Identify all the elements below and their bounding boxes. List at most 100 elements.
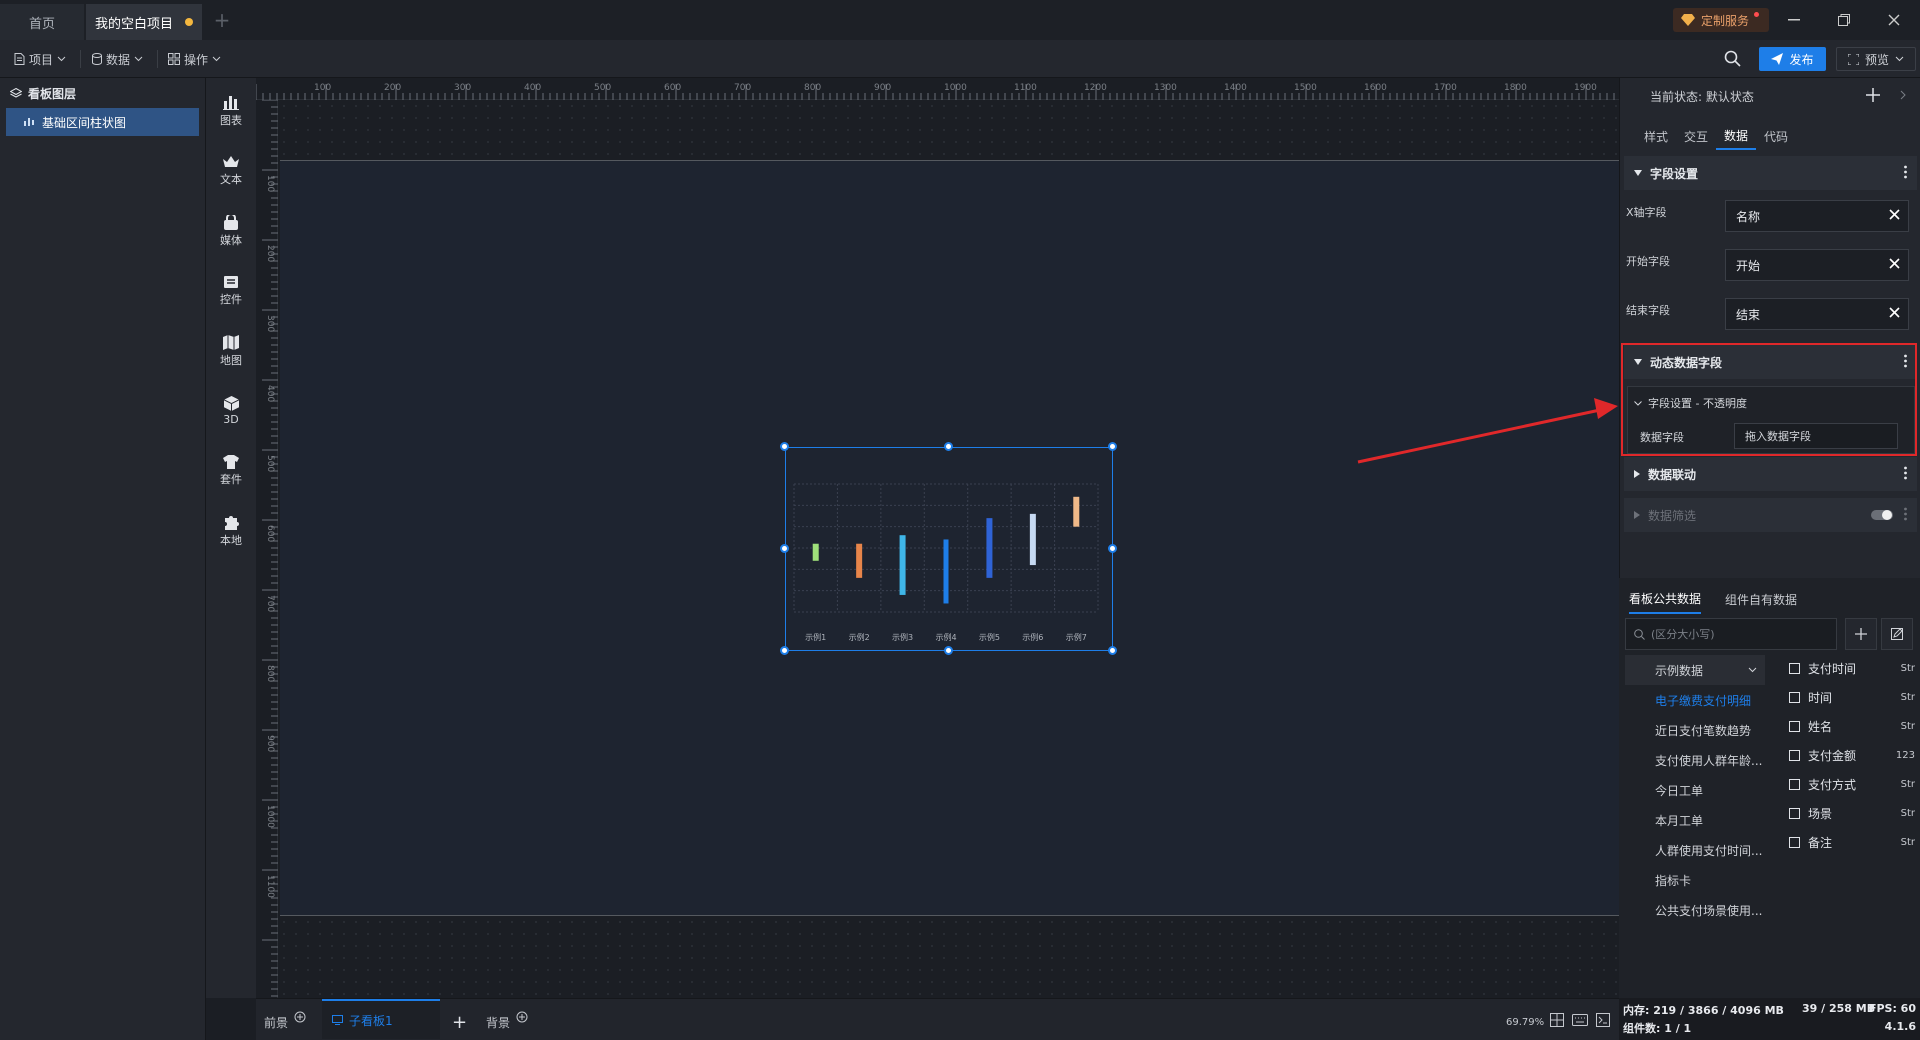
checkbox[interactable]: [1789, 750, 1800, 761]
resize-handle-nw[interactable]: [780, 442, 789, 451]
component-media[interactable]: 媒体: [206, 206, 256, 256]
add-data-button[interactable]: [1845, 618, 1877, 650]
component-local[interactable]: 本地: [206, 506, 256, 556]
range-bar-chart-component[interactable]: 示例1 示例2 示例3 示例4 示例5 示例6 示例7: [785, 447, 1113, 651]
ruler-label: 700: [734, 83, 751, 93]
tab-code[interactable]: 代码: [1756, 122, 1796, 150]
data-source-item[interactable]: 支付使用人群年龄...: [1625, 745, 1765, 775]
data-source-item[interactable]: 指标卡: [1625, 865, 1765, 895]
resize-handle-n[interactable]: [944, 442, 953, 451]
data-source-item[interactable]: 人群使用支付时间...: [1625, 835, 1765, 865]
tab-own-data[interactable]: 组件自有数据: [1725, 584, 1797, 614]
data-field-item[interactable]: 场景 Str: [1789, 799, 1917, 828]
ruler-label: 1400: [1224, 83, 1247, 93]
end-field-input[interactable]: 结束: [1725, 298, 1909, 330]
clear-icon[interactable]: [1889, 258, 1900, 269]
checkbox[interactable]: [1789, 808, 1800, 819]
resize-handle-e[interactable]: [1108, 544, 1117, 553]
checkbox[interactable]: [1789, 779, 1800, 790]
menu-project[interactable]: 项目: [14, 48, 66, 70]
search-icon: [1724, 50, 1741, 67]
tab-background[interactable]: 背景: [486, 1007, 528, 1037]
start-field-input[interactable]: 开始: [1725, 249, 1909, 281]
menu-data[interactable]: 数据: [92, 48, 143, 70]
data-filter-section[interactable]: 数据筛选: [1624, 498, 1917, 532]
field-settings-section[interactable]: 字段设置: [1624, 156, 1917, 190]
resize-handle-sw[interactable]: [780, 646, 789, 655]
checkbox[interactable]: [1789, 837, 1800, 848]
component-suite[interactable]: 套件: [206, 446, 256, 496]
resize-handle-w[interactable]: [780, 544, 789, 553]
toggle-switch[interactable]: [1871, 509, 1893, 521]
bottom-bar: 前景 子看板1 + 背景 69.79%: [256, 998, 1619, 1040]
component-chart[interactable]: 图表: [206, 86, 256, 136]
send-icon: [1771, 53, 1784, 65]
minimize-button[interactable]: [1778, 6, 1810, 34]
data-field-item[interactable]: 姓名 Str: [1789, 712, 1917, 741]
layer-item-range-bar[interactable]: 基础区间柱状图: [6, 108, 199, 136]
tab-project[interactable]: 我的空白项目: [86, 4, 202, 40]
keyboard-button[interactable]: [1572, 1014, 1588, 1026]
unsaved-dot: [185, 18, 193, 26]
edit-data-button[interactable]: [1881, 618, 1913, 650]
ruler-label: 1100: [1014, 83, 1037, 93]
data-field-item[interactable]: 支付金额 123: [1789, 741, 1917, 770]
search-button[interactable]: [1724, 50, 1741, 67]
tab-style[interactable]: 样式: [1636, 122, 1676, 150]
data-search-input[interactable]: (区分大小写): [1625, 618, 1837, 650]
state-indicator[interactable]: 当前状态: 默认状态: [1650, 88, 1754, 105]
component-text[interactable]: 文本: [206, 146, 256, 196]
console-button[interactable]: [1596, 1013, 1610, 1027]
more-icon[interactable]: [1904, 165, 1907, 179]
ruler-label: 500: [265, 455, 275, 472]
x-tick-label: 示例2: [849, 632, 870, 642]
checkbox[interactable]: [1789, 692, 1800, 703]
search-icon: [1634, 628, 1645, 640]
tab-data[interactable]: 数据: [1716, 122, 1756, 150]
data-source-group[interactable]: 示例数据: [1625, 655, 1765, 685]
tab-foreground[interactable]: 前景: [264, 1007, 306, 1037]
x-axis-field-input[interactable]: 名称: [1725, 200, 1909, 232]
data-source-item[interactable]: 公共支付场景使用...: [1625, 895, 1765, 925]
custom-service-button[interactable]: 定制服务: [1673, 8, 1769, 32]
clear-icon[interactable]: [1889, 307, 1900, 318]
menu-ops[interactable]: 操作: [168, 48, 221, 70]
field-label: X轴字段: [1626, 206, 1667, 219]
tab-public-data[interactable]: 看板公共数据: [1629, 584, 1702, 614]
data-field-item[interactable]: 支付时间 Str: [1789, 654, 1917, 683]
plus-icon: [1866, 88, 1880, 102]
component-map[interactable]: 地图: [206, 326, 256, 376]
tab-subboard[interactable]: 子看板1: [322, 999, 440, 1039]
more-icon[interactable]: [1904, 466, 1907, 480]
more-icon[interactable]: [1904, 507, 1907, 521]
resize-handle-se[interactable]: [1108, 646, 1117, 655]
tab-home[interactable]: 首页: [0, 4, 84, 40]
publish-button[interactable]: 发布: [1759, 47, 1826, 71]
data-source-item[interactable]: 本月工单: [1625, 805, 1765, 835]
data-source-item[interactable]: 今日工单: [1625, 775, 1765, 805]
expand-button[interactable]: [1900, 90, 1906, 100]
data-source-item[interactable]: 电子缴费支付明细: [1625, 685, 1765, 715]
component-control[interactable]: 控件: [206, 266, 256, 316]
preview-button[interactable]: 预览: [1836, 47, 1916, 71]
add-board-button[interactable]: +: [452, 1007, 467, 1037]
checkbox[interactable]: [1789, 663, 1800, 674]
checkbox[interactable]: [1789, 721, 1800, 732]
component-3d[interactable]: 3D: [206, 386, 256, 436]
tab-interaction[interactable]: 交互: [1676, 122, 1716, 150]
data-source-panel: 看板公共数据 组件自有数据 (区分大小写) 示例数据 电子缴费支付明细 近日支付…: [1619, 578, 1920, 998]
data-field-item[interactable]: 备注 Str: [1789, 828, 1917, 857]
add-tab-button[interactable]: +: [210, 8, 234, 32]
data-linkage-section[interactable]: 数据联动: [1624, 457, 1917, 491]
close-window-button[interactable]: [1878, 6, 1910, 34]
zoom-level[interactable]: 69.79%: [1506, 1007, 1544, 1037]
data-field-item[interactable]: 支付方式 Str: [1789, 770, 1917, 799]
data-source-item[interactable]: 近日支付笔数趋势: [1625, 715, 1765, 745]
restore-button[interactable]: [1828, 6, 1860, 34]
data-field-item[interactable]: 时间 Str: [1789, 683, 1917, 712]
resize-handle-ne[interactable]: [1108, 442, 1117, 451]
fit-screen-button[interactable]: [1550, 1013, 1564, 1027]
resize-handle-s[interactable]: [944, 646, 953, 655]
add-state-button[interactable]: [1866, 88, 1880, 102]
clear-icon[interactable]: [1889, 209, 1900, 220]
